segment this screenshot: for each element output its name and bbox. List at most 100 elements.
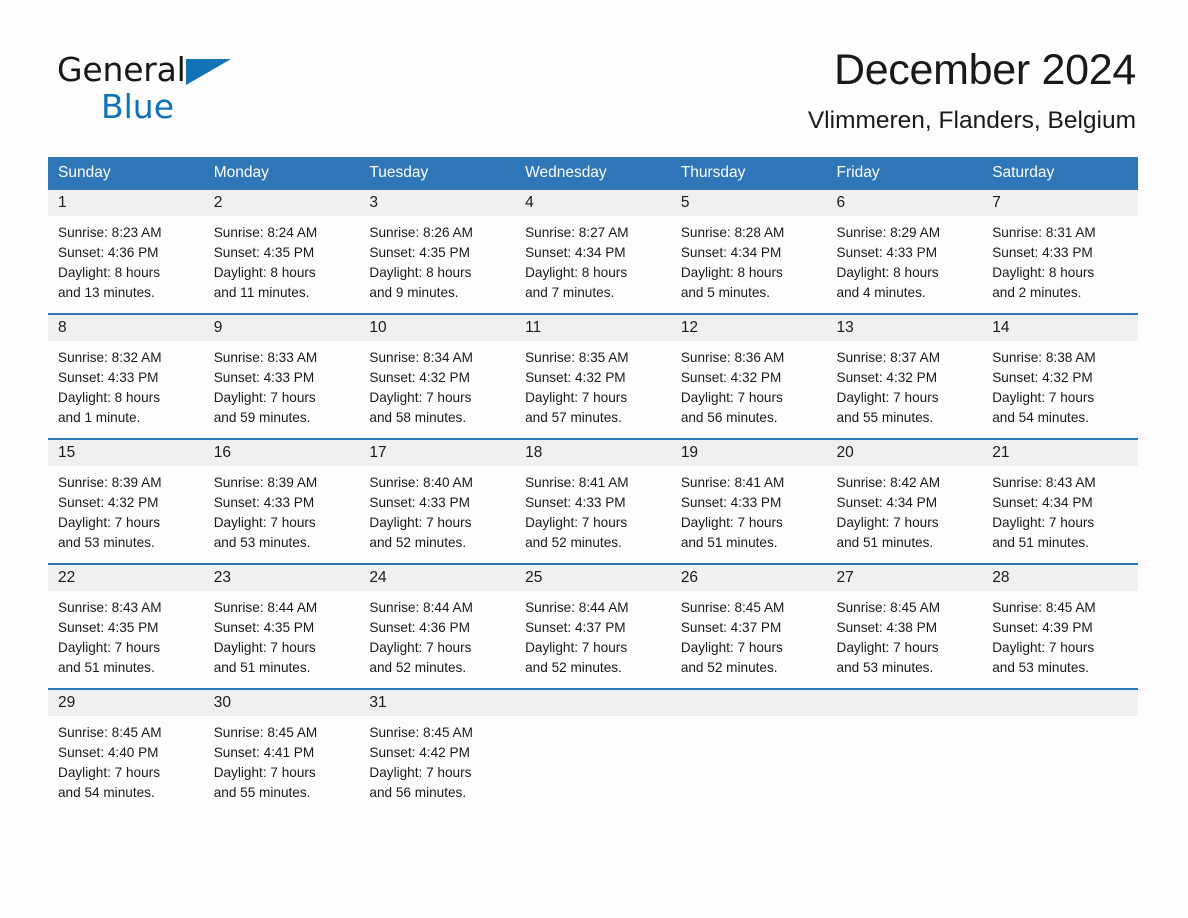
sunrise-text: Sunrise: 8:41 AM xyxy=(680,475,785,490)
day-number: 6 xyxy=(826,190,983,216)
daylight-text-line1: Daylight: 8 hours xyxy=(58,390,161,405)
day-cell-details: Sunrise: 8:44 AM Sunset: 4:35 PM Daylight:… xyxy=(204,591,360,688)
logo-top-row: General xyxy=(57,52,277,88)
day-number xyxy=(982,690,1138,716)
daylight-text-line1: Daylight: 8 hours xyxy=(213,265,316,280)
calendar-day-cell[interactable]: 6 Sunrise: 8:29 AM Sunset: 4:33 PM Daylight… xyxy=(826,190,983,314)
daylight-text-line1: Daylight: 7 hours xyxy=(213,640,316,655)
daylight-text-line1: Daylight: 7 hours xyxy=(369,390,472,405)
calendar-day-cell[interactable]: 17 Sunrise: 8:40 AM Sunset: 4:33 PM Dayligh… xyxy=(359,438,516,564)
daylight-text-line1: Daylight: 7 hours xyxy=(58,515,161,530)
day-number: 5 xyxy=(670,190,827,216)
daylight-text-line1: Daylight: 7 hours xyxy=(525,515,628,530)
calendar-day-cell[interactable]: 9 Sunrise: 8:33 AM Sunset: 4:33 PM Daylight… xyxy=(203,313,360,439)
calendar-day-cell[interactable]: 14 Sunrise: 8:38 AM Sunset: 4:32 PM Dayligh… xyxy=(982,313,1138,439)
day-number xyxy=(670,690,827,716)
daylight-text-line2: and 52 minutes. xyxy=(525,535,622,550)
day-cell-inner: 27 Sunrise: 8:45 AM Sunset: 4:38 PM Dayligh… xyxy=(826,565,983,688)
calendar-day-cell-empty xyxy=(515,688,671,813)
calendar-day-cell[interactable]: 24 Sunrise: 8:44 AM Sunset: 4:36 PM Dayligh… xyxy=(359,563,516,689)
sunrise-text: Sunrise: 8:44 AM xyxy=(369,600,473,615)
daylight-text-line2: and 55 minutes. xyxy=(836,410,934,425)
calendar-day-cell[interactable]: 26 Sunrise: 8:45 AM Sunset: 4:37 PM Dayligh… xyxy=(670,563,827,689)
day-cell-inner: 1 Sunrise: 8:23 AM Sunset: 4:36 PM Daylight… xyxy=(48,190,204,313)
calendar-day-cell[interactable]: 8 Sunrise: 8:32 AM Sunset: 4:33 PM Daylight… xyxy=(48,313,204,439)
daylight-text-line1: Daylight: 7 hours xyxy=(680,390,783,405)
calendar-day-cell[interactable]: 2 Sunrise: 8:24 AM Sunset: 4:35 PM Daylight… xyxy=(203,190,360,314)
generalblue-logo[interactable]: General Blue xyxy=(57,52,277,124)
day-cell-inner: 25 Sunrise: 8:44 AM Sunset: 4:37 PM Dayligh… xyxy=(515,565,671,688)
day-cell-details: Sunrise: 8:29 AM Sunset: 4:33 PM Daylight:… xyxy=(827,216,983,313)
weekday-header-saturday: Saturday xyxy=(982,157,1138,190)
day-number: 9 xyxy=(203,315,360,341)
calendar-day-cell[interactable]: 28 Sunrise: 8:45 AM Sunset: 4:39 PM Dayligh… xyxy=(982,563,1138,689)
calendar-week-row: 8 Sunrise: 8:32 AM Sunset: 4:33 PM Daylight… xyxy=(48,313,1138,439)
calendar-day-cell[interactable]: 12 Sunrise: 8:36 AM Sunset: 4:32 PM Dayligh… xyxy=(670,313,827,439)
calendar-day-cell[interactable]: 25 Sunrise: 8:44 AM Sunset: 4:37 PM Dayligh… xyxy=(515,563,671,689)
calendar-day-cell[interactable]: 11 Sunrise: 8:35 AM Sunset: 4:32 PM Dayligh… xyxy=(515,313,671,439)
sunset-text: Sunset: 4:35 PM xyxy=(58,620,159,635)
calendar-day-cell[interactable]: 7 Sunrise: 8:31 AM Sunset: 4:33 PM Daylight… xyxy=(982,190,1138,314)
daylight-text-line2: and 52 minutes. xyxy=(369,660,467,675)
daylight-text-line2: and 55 minutes. xyxy=(213,785,311,800)
calendar-day-cell[interactable]: 16 Sunrise: 8:39 AM Sunset: 4:33 PM Dayligh… xyxy=(203,438,360,564)
weekday-header-tuesday: Tuesday xyxy=(359,157,516,190)
calendar-day-cell[interactable]: 31 Sunrise: 8:45 AM Sunset: 4:42 PM Dayligh… xyxy=(359,688,516,813)
calendar-day-cell[interactable]: 27 Sunrise: 8:45 AM Sunset: 4:38 PM Dayligh… xyxy=(826,563,983,689)
day-number: 26 xyxy=(670,565,827,591)
daylight-text-line1: Daylight: 7 hours xyxy=(213,765,316,780)
day-number: 2 xyxy=(203,190,360,216)
sunset-text: Sunset: 4:34 PM xyxy=(836,495,938,510)
sunrise-text: Sunrise: 8:23 AM xyxy=(58,225,162,240)
calendar-day-cell[interactable]: 10 Sunrise: 8:34 AM Sunset: 4:32 PM Dayligh… xyxy=(359,313,516,439)
calendar-day-cell[interactable]: 19 Sunrise: 8:41 AM Sunset: 4:33 PM Dayligh… xyxy=(670,438,827,564)
calendar-day-cell[interactable]: 15 Sunrise: 8:39 AM Sunset: 4:32 PM Dayligh… xyxy=(48,438,204,564)
calendar-day-cell[interactable]: 1 Sunrise: 8:23 AM Sunset: 4:36 PM Daylight… xyxy=(48,190,204,314)
daylight-text-line2: and 4 minutes. xyxy=(836,285,926,300)
daylight-text-line1: Daylight: 8 hours xyxy=(369,265,472,280)
day-cell-details: Sunrise: 8:27 AM Sunset: 4:34 PM Daylight:… xyxy=(515,216,671,313)
daylight-text-line1: Daylight: 8 hours xyxy=(680,265,783,280)
daylight-text-line1: Daylight: 7 hours xyxy=(369,640,472,655)
sunrise-text: Sunrise: 8:43 AM xyxy=(992,475,1096,490)
day-cell-details: Sunrise: 8:36 AM Sunset: 4:32 PM Daylight:… xyxy=(671,341,827,438)
sunrise-text: Sunrise: 8:40 AM xyxy=(369,475,473,490)
sunrise-text: Sunrise: 8:45 AM xyxy=(213,725,318,740)
weekday-header-monday: Monday xyxy=(203,157,360,190)
calendar-day-cell[interactable]: 23 Sunrise: 8:44 AM Sunset: 4:35 PM Dayligh… xyxy=(203,563,360,689)
calendar-day-cell[interactable]: 30 Sunrise: 8:45 AM Sunset: 4:41 PM Dayligh… xyxy=(203,688,360,813)
sunrise-text: Sunrise: 8:41 AM xyxy=(525,475,629,490)
sunset-text: Sunset: 4:36 PM xyxy=(58,245,159,260)
calendar-day-cell[interactable]: 29 Sunrise: 8:45 AM Sunset: 4:40 PM Dayligh… xyxy=(48,688,204,813)
day-cell-inner: 16 Sunrise: 8:39 AM Sunset: 4:33 PM Dayligh… xyxy=(203,440,360,563)
sunrise-text: Sunrise: 8:43 AM xyxy=(58,600,162,615)
day-number: 12 xyxy=(670,315,827,341)
day-cell-inner: 2 Sunrise: 8:24 AM Sunset: 4:35 PM Daylight… xyxy=(203,190,360,313)
sunrise-text: Sunrise: 8:45 AM xyxy=(992,600,1096,615)
daylight-text-line2: and 2 minutes. xyxy=(992,285,1082,300)
calendar-day-cell[interactable]: 22 Sunrise: 8:43 AM Sunset: 4:35 PM Dayligh… xyxy=(48,563,204,689)
day-cell-details: Sunrise: 8:45 AM Sunset: 4:39 PM Daylight:… xyxy=(982,591,1138,688)
sunset-text: Sunset: 4:33 PM xyxy=(680,495,782,510)
day-cell-details: Sunrise: 8:26 AM Sunset: 4:35 PM Daylight:… xyxy=(359,216,515,313)
sunset-text: Sunset: 4:32 PM xyxy=(836,370,938,385)
daylight-text-line2: and 54 minutes. xyxy=(992,410,1089,425)
day-cell-inner xyxy=(826,690,983,802)
day-cell-details: Sunrise: 8:45 AM Sunset: 4:41 PM Daylight:… xyxy=(204,716,360,813)
day-number: 22 xyxy=(48,565,204,591)
daylight-text-line1: Daylight: 7 hours xyxy=(680,515,783,530)
daylight-text-line1: Daylight: 8 hours xyxy=(525,265,628,280)
calendar-day-cell[interactable]: 4 Sunrise: 8:27 AM Sunset: 4:34 PM Daylight… xyxy=(515,190,671,314)
calendar-day-cell[interactable]: 20 Sunrise: 8:42 AM Sunset: 4:34 PM Dayligh… xyxy=(826,438,983,564)
calendar-day-cell[interactable]: 18 Sunrise: 8:41 AM Sunset: 4:33 PM Dayligh… xyxy=(515,438,671,564)
calendar-day-cell[interactable]: 21 Sunrise: 8:43 AM Sunset: 4:34 PM Dayligh… xyxy=(982,438,1138,564)
day-number: 23 xyxy=(203,565,360,591)
calendar-day-cell[interactable]: 13 Sunrise: 8:37 AM Sunset: 4:32 PM Dayligh… xyxy=(826,313,983,439)
calendar-day-cell[interactable]: 3 Sunrise: 8:26 AM Sunset: 4:35 PM Daylight… xyxy=(359,190,516,314)
daylight-text-line1: Daylight: 8 hours xyxy=(992,265,1095,280)
calendar-day-cell-empty xyxy=(982,688,1138,813)
calendar-day-cell[interactable]: 5 Sunrise: 8:28 AM Sunset: 4:34 PM Daylight… xyxy=(670,190,827,314)
page-title: December 2024 xyxy=(833,46,1136,94)
weekday-header-sunday: Sunday xyxy=(48,157,204,190)
day-number: 1 xyxy=(48,190,204,216)
